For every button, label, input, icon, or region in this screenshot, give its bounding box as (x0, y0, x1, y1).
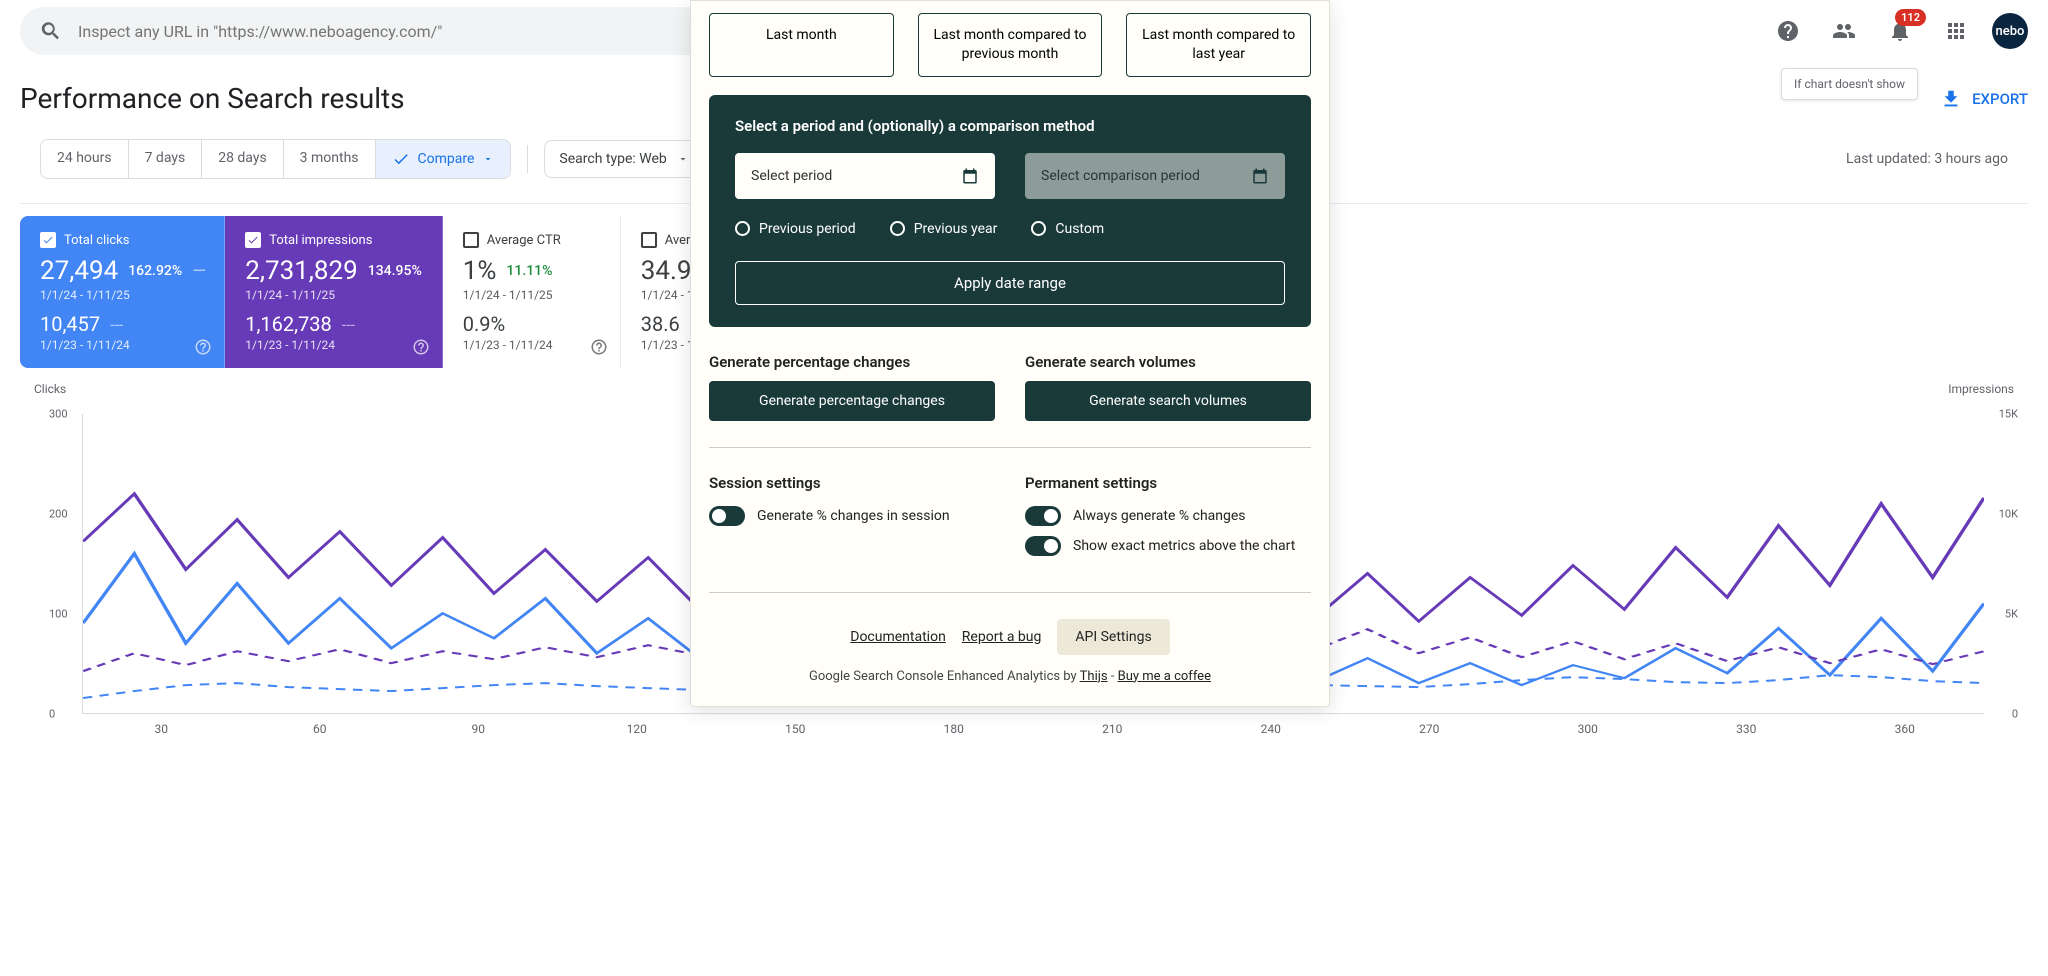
checkbox-unchecked-icon (463, 232, 479, 248)
people-icon[interactable] (1824, 11, 1864, 51)
pill-28d[interactable]: 28 days (202, 140, 283, 178)
notification-badge: 112 (1895, 9, 1926, 26)
check-icon (392, 150, 410, 168)
checkbox-unchecked-icon (641, 232, 657, 248)
select-period-input[interactable]: Select period (735, 153, 995, 199)
radio-prev-year[interactable]: Previous year (890, 221, 998, 237)
y-axis-right-label: Impressions (1948, 382, 2014, 396)
arrow-down-icon (482, 153, 494, 165)
help-icon[interactable] (590, 338, 608, 356)
preset-vs-last-year[interactable]: Last month compared to last year (1126, 13, 1311, 77)
tile-clicks[interactable]: Total clicks 27,494162.92%— 1/1/24 - 1/1… (20, 216, 225, 368)
time-range-group: 24 hours 7 days 28 days 3 months Compare (40, 139, 511, 179)
apply-date-button[interactable]: Apply date range (735, 261, 1285, 305)
apps-icon[interactable] (1936, 11, 1976, 51)
donate-link[interactable]: Buy me a coffee (1118, 669, 1211, 684)
toggle-always-gen[interactable] (1025, 506, 1061, 526)
tile-impressions[interactable]: Total impressions 2,731,829134.95% 1/1/2… (225, 216, 443, 368)
radio-prev-period[interactable]: Previous period (735, 221, 856, 237)
radio-custom[interactable]: Custom (1031, 221, 1104, 237)
last-updated: Last updated: 3 hours ago (1846, 151, 2008, 167)
documentation-link[interactable]: Documentation (850, 629, 946, 645)
preset-vs-prev-month[interactable]: Last month compared to previous month (918, 13, 1103, 77)
preset-last-month[interactable]: Last month (709, 13, 894, 77)
tile-ctr[interactable]: Average CTR 1%11.11% 1/1/24 - 1/11/25 0.… (443, 216, 621, 368)
pill-compare[interactable]: Compare (376, 140, 511, 178)
pill-3m[interactable]: 3 months (284, 140, 376, 178)
analytics-panel: Last month Last month compared to previo… (690, 0, 1330, 707)
checkbox-checked-icon (40, 232, 56, 248)
calendar-icon (961, 167, 979, 185)
search-type-dropdown[interactable]: Search type: Web (544, 140, 703, 178)
report-bug-link[interactable]: Report a bug (962, 629, 1042, 645)
radio-icon (890, 221, 905, 236)
api-settings-button[interactable]: API Settings (1057, 619, 1169, 655)
x-axis-ticks: 306090120150180210240270300330360 (82, 722, 1984, 736)
page-title: Performance on Search results (20, 82, 405, 115)
credits: Google Search Console Enhanced Analytics… (709, 669, 1311, 684)
checkbox-checked-icon (245, 232, 261, 248)
pill-7d[interactable]: 7 days (129, 140, 203, 178)
period-title: Select a period and (optionally) a compa… (735, 117, 1285, 135)
help-icon[interactable] (1768, 11, 1808, 51)
toggle-exact-metrics[interactable] (1025, 536, 1061, 556)
help-icon[interactable] (412, 338, 430, 356)
gen-pct-button[interactable]: Generate percentage changes (709, 381, 995, 421)
export-button[interactable]: EXPORT (1940, 88, 2028, 110)
radio-icon (1031, 221, 1046, 236)
y-axis-left-label: Clicks (34, 382, 66, 396)
toggle-session[interactable] (709, 506, 745, 526)
download-icon (1940, 88, 1962, 110)
select-comparison-input[interactable]: Select comparison period (1025, 153, 1285, 199)
search-icon (40, 20, 62, 42)
help-icon[interactable] (194, 338, 212, 356)
author-link[interactable]: Thijs (1080, 669, 1108, 684)
chart-tooltip: If chart doesn't show (1781, 68, 1918, 100)
pill-24h[interactable]: 24 hours (41, 140, 129, 178)
radio-icon (735, 221, 750, 236)
arrow-down-icon (677, 153, 689, 165)
gen-vol-button[interactable]: Generate search volumes (1025, 381, 1311, 421)
avatar[interactable]: nebo (1992, 13, 2028, 49)
calendar-icon (1251, 167, 1269, 185)
divider (527, 145, 528, 173)
notifications-icon[interactable]: 112 (1880, 11, 1920, 51)
